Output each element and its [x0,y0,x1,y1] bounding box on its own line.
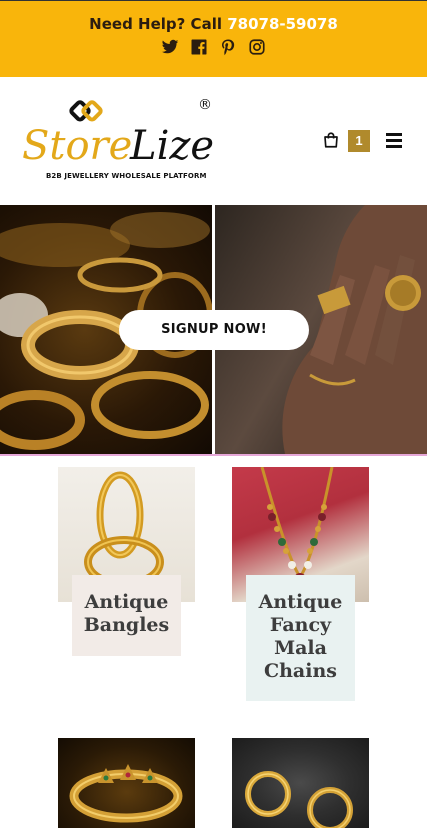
shopping-bag-icon [324,132,338,148]
svg-text:Lize: Lize [129,123,214,169]
facebook-icon[interactable] [190,38,208,56]
cart-button[interactable]: 1 [322,129,370,153]
pinterest-icon[interactable] [219,38,237,56]
site-logo[interactable]: Store Lize ® B2B JEWELLERY WHOLESALE PLA… [22,97,222,187]
top-bar: Need Help? Call 78078-59078 [0,0,427,77]
site-header: Store Lize ® B2B JEWELLERY WHOLESALE PLA… [0,77,427,204]
instagram-icon[interactable] [248,38,266,56]
twitter-icon[interactable] [161,38,179,56]
social-links [0,38,427,56]
category-label: Antique Bangles [72,575,181,656]
category-label: Antique Fancy Mala Chains [246,575,355,701]
category-image-temple-jewellery [58,738,195,828]
cart-count-badge: 1 [348,130,370,152]
category-image-hoop-earrings [232,738,369,828]
help-phone-link[interactable]: 78078-59078 [227,15,338,33]
help-text: Need Help? Call [89,15,228,33]
hamburger-menu-icon[interactable] [386,133,404,149]
svg-text:Store: Store [22,123,132,169]
hero-banner: SIGNUP NOW! [0,205,427,456]
signup-now-button[interactable]: SIGNUP NOW! [119,310,309,350]
help-line: Need Help? Call 78078-59078 [0,15,427,33]
logo-mark: Store Lize [22,100,214,169]
logo-registered-mark: ® [198,97,212,113]
logo-tagline: B2B JEWELLERY WHOLESALE PLATFORM [46,172,207,180]
